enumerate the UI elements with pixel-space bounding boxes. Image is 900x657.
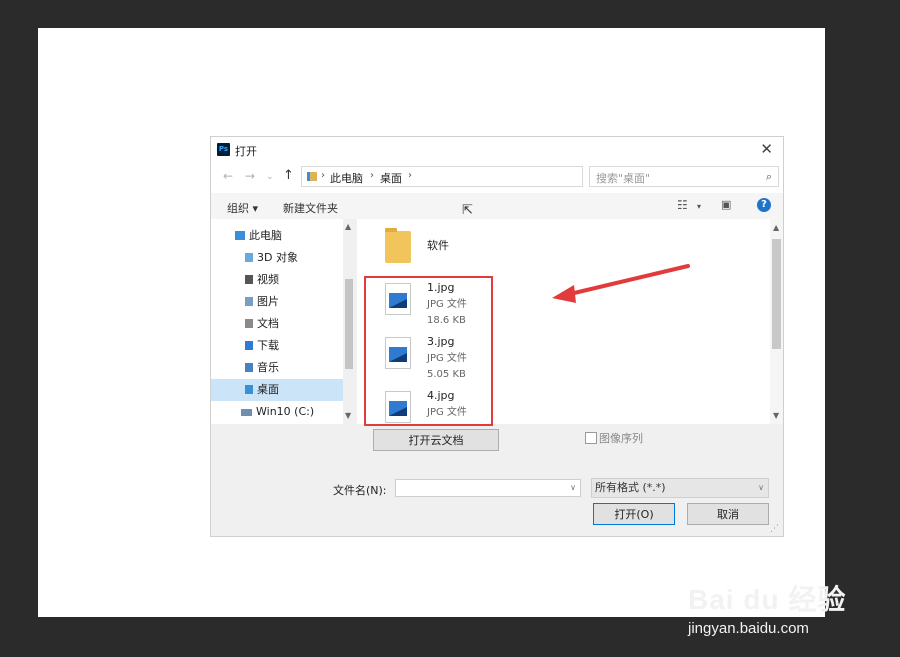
recent-chevron-icon[interactable]: ⌄: [266, 172, 274, 182]
close-icon[interactable]: ✕: [760, 140, 773, 158]
watermark-url: jingyan.baidu.com: [688, 620, 809, 637]
breadcrumb-desktop[interactable]: 桌面: [380, 170, 402, 186]
documents-folder-icon: [245, 319, 253, 328]
folder-icon: [385, 228, 411, 263]
download-folder-icon: [245, 341, 253, 350]
help-icon[interactable]: ?: [757, 198, 771, 212]
sidebar-item-label: 视频: [257, 273, 279, 286]
search-placeholder: 搜索"桌面": [596, 172, 651, 185]
dialog-title: 打开: [235, 145, 257, 158]
open-button[interactable]: 打开(O): [593, 503, 675, 525]
image-sequence-label: 图像序列: [599, 432, 643, 445]
forward-arrow-icon[interactable]: →: [245, 169, 255, 183]
file-type-value: 所有格式 (*.*): [595, 481, 666, 494]
sidebar-item-label: 下载: [257, 339, 279, 352]
new-folder-button[interactable]: 新建文件夹: [283, 200, 338, 216]
file-list-scrollbar[interactable]: ▲ ▼: [770, 219, 783, 424]
watermark: Bai du 经验 jingyan.baidu.com: [688, 578, 846, 637]
open-file-dialog: Ps 打开 ✕ ← → ⌄ ↑ › 此电脑 › 桌面 › ∨ ↻ 搜索"桌面" …: [210, 136, 784, 537]
scroll-down-icon[interactable]: ▼: [773, 411, 779, 420]
scrollbar-thumb[interactable]: [772, 239, 781, 349]
image-sequence-checkbox[interactable]: [585, 432, 597, 444]
open-cloud-documents-button[interactable]: 打开云文档: [373, 429, 499, 451]
watermark-logo: Bai du 经验: [688, 584, 847, 615]
annotation-arrow-icon: [552, 264, 690, 303]
command-toolbar: 组织 ▾ 新建文件夹 ☷ ▾ ▣ ?: [211, 193, 783, 219]
resize-grip-icon[interactable]: ⋰: [770, 524, 779, 534]
desktop-folder-icon: [245, 385, 253, 394]
sidebar-item-label: 3D 对象: [257, 251, 298, 264]
organize-button[interactable]: 组织 ▾: [227, 200, 258, 216]
pictures-folder-icon: [245, 297, 253, 306]
breadcrumb-this-pc[interactable]: 此电脑: [330, 170, 363, 186]
sidebar-item-this-pc[interactable]: 此电脑: [211, 225, 343, 247]
sidebar-item-label: 桌面: [257, 383, 279, 396]
3d-objects-icon: [245, 253, 253, 262]
sidebar-item-drive-c[interactable]: Win10 (C:): [211, 402, 343, 422]
search-box[interactable]: 搜索"桌面" ⌕: [589, 166, 779, 187]
filename-label: 文件名(N):: [333, 484, 387, 497]
desktop-folder-icon: [307, 172, 317, 181]
sidebar-item-desktop[interactable]: 桌面: [211, 379, 343, 401]
up-arrow-icon[interactable]: ↑: [283, 168, 294, 183]
sidebar-item-pictures[interactable]: 图片: [211, 291, 343, 313]
scroll-down-icon[interactable]: ▼: [345, 411, 351, 420]
scroll-up-icon[interactable]: ▲: [773, 223, 779, 232]
sidebar-item-label: 此电脑: [249, 229, 282, 242]
chevron-down-icon: ∨: [758, 483, 764, 492]
highlight-box: [364, 276, 493, 426]
scroll-up-icon[interactable]: ▲: [345, 222, 351, 231]
sidebar-item-label: 图片: [257, 295, 279, 308]
sidebar-item-videos[interactable]: 视频: [211, 269, 343, 291]
view-options-icon[interactable]: ☷: [677, 198, 688, 212]
sidebar-item-3d-objects[interactable]: 3D 对象: [211, 247, 343, 269]
photoshop-icon: Ps: [217, 143, 230, 156]
computer-icon: [235, 231, 245, 240]
breadcrumb-separator-icon: ›: [321, 170, 325, 181]
music-folder-icon: [245, 363, 253, 372]
title-bar: Ps 打开 ✕: [211, 137, 783, 163]
file-name: 软件: [427, 239, 449, 252]
preview-pane-icon[interactable]: ▣: [721, 198, 731, 211]
sidebar-item-documents[interactable]: 文档: [211, 313, 343, 335]
video-folder-icon: [245, 275, 253, 284]
file-type-select[interactable]: 所有格式 (*.*) ∨: [591, 478, 769, 498]
cancel-button[interactable]: 取消: [687, 503, 769, 525]
chevron-down-icon[interactable]: ∨: [570, 483, 576, 492]
view-dropdown-icon[interactable]: ▾: [697, 202, 701, 211]
sidebar-item-music[interactable]: 音乐: [211, 357, 343, 379]
sidebar-item-label: 音乐: [257, 361, 279, 374]
sidebar-item-label: Win10 (C:): [256, 405, 315, 418]
navigation-bar: ← → ⌄ ↑ › 此电脑 › 桌面 › ∨ ↻ 搜索"桌面" ⌕: [211, 163, 783, 193]
back-arrow-icon[interactable]: ←: [223, 169, 233, 183]
breadcrumb-separator-icon: ›: [370, 170, 374, 181]
sidebar-item-downloads[interactable]: 下载: [211, 335, 343, 357]
sidebar-scrollbar[interactable]: ▲ ▼: [343, 219, 355, 424]
navigation-pane: 此电脑 3D 对象 视频 图片 文档 下载 音乐 桌面 Win10 (C:): [211, 219, 343, 424]
address-bar[interactable]: › 此电脑 › 桌面 › ∨ ↻: [301, 166, 671, 187]
breadcrumb-separator-icon: ›: [408, 170, 412, 181]
search-icon[interactable]: ⌕: [766, 170, 772, 184]
sidebar-item-label: 文档: [257, 317, 279, 330]
mouse-cursor-icon: ⇱: [462, 203, 473, 218]
filename-input[interactable]: ∨: [395, 479, 581, 497]
scrollbar-thumb[interactable]: [345, 279, 353, 369]
drive-icon: [241, 409, 252, 416]
